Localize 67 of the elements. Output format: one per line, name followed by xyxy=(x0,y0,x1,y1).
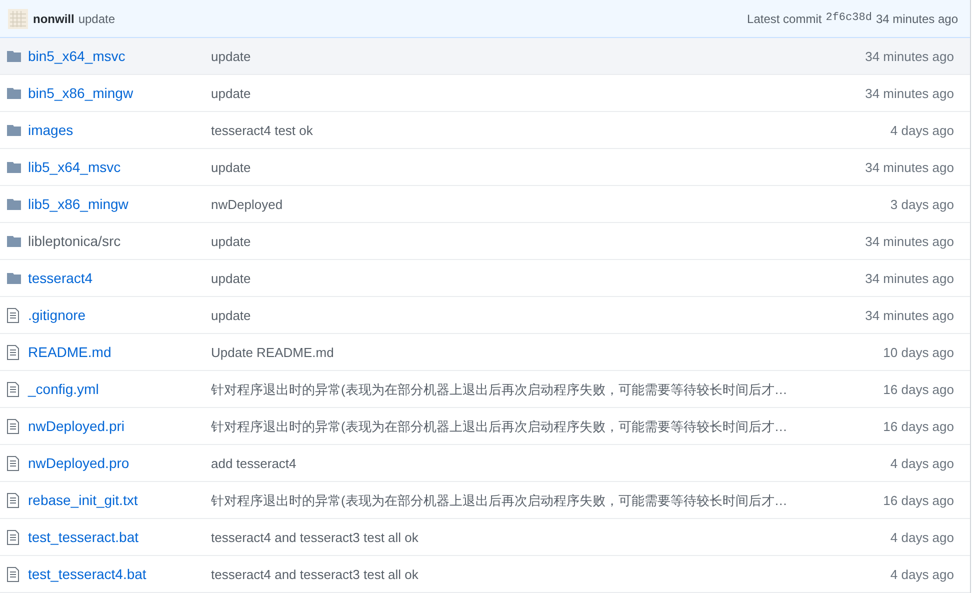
commit-sha[interactable]: 2f6c38d xyxy=(826,10,872,27)
commit-age: 10 days ago xyxy=(883,344,954,360)
commit-message-link[interactable]: update xyxy=(211,308,251,322)
commit-age: 34 minutes ago xyxy=(876,10,958,28)
latest-commit-label: Latest commit xyxy=(747,10,822,28)
folder-link[interactable]: lib5_x64_msvc xyxy=(28,158,121,174)
commit-age: 34 minutes ago xyxy=(865,48,954,64)
commit-message-link[interactable]: 针对程序退出时的异常(表现为在部分机器上退出后再次启动程序失败，可能需要等待较长时间后才… xyxy=(211,418,788,434)
commit-message-link[interactable]: nwDeployed xyxy=(211,196,283,212)
commit-message-link[interactable]: add tesseract4 xyxy=(211,456,296,470)
author-name[interactable]: nonwill xyxy=(33,10,74,28)
file-link[interactable]: test_tesseract4.bat xyxy=(28,566,146,582)
folder-link[interactable]: bin5_x86_mingw xyxy=(28,84,134,100)
commit-age: 4 days ago xyxy=(890,566,954,582)
folder-link[interactable]: images xyxy=(28,122,74,138)
commit-age: 34 minutes ago xyxy=(865,308,954,322)
folder-icon xyxy=(7,272,21,284)
folder-link[interactable]: libleptonica/src xyxy=(28,232,121,248)
file-row[interactable]: bin5_x64_msvc update 34 minutes ago xyxy=(0,38,970,75)
commit-age: 16 days ago xyxy=(883,492,954,508)
file-icon xyxy=(7,456,19,470)
file-icon xyxy=(7,344,19,360)
commit-message-link[interactable]: update xyxy=(211,48,251,64)
commit-message-link[interactable]: tesseract4 and tesseract3 test all ok xyxy=(211,566,418,582)
folder-icon xyxy=(7,161,21,173)
file-icon xyxy=(7,308,19,322)
folder-link[interactable]: tesseract4 xyxy=(28,270,93,286)
commit-age: 34 minutes ago xyxy=(865,234,954,248)
commit-age: 3 days ago xyxy=(890,196,954,212)
commit-age: 4 days ago xyxy=(890,456,954,470)
file-icon xyxy=(7,566,19,582)
commit-age: 4 days ago xyxy=(890,530,954,544)
commit-message-link[interactable]: 针对程序退出时的异常(表现为在部分机器上退出后再次启动程序失败，可能需要等待较长时间后才… xyxy=(211,382,788,396)
commit-message-link[interactable]: update xyxy=(211,270,251,286)
folder-icon xyxy=(7,235,21,247)
file-icon xyxy=(7,530,19,544)
commit-age: 4 days ago xyxy=(890,122,954,138)
file-link[interactable]: README.md xyxy=(28,344,112,360)
commit-message-link[interactable]: 针对程序退出时的异常(表现为在部分机器上退出后再次启动程序失败，可能需要等待较长时间后才… xyxy=(211,492,788,508)
avatar-icon[interactable] xyxy=(8,8,28,28)
commit-age: 34 minutes ago xyxy=(865,270,954,286)
commit-age: 16 days ago xyxy=(883,418,954,434)
file-link[interactable]: nwDeployed.pro xyxy=(28,454,130,470)
commit-message-link[interactable]: Update README.md xyxy=(211,344,334,360)
commit-age: 34 minutes ago xyxy=(865,86,954,100)
folder-icon xyxy=(7,198,21,210)
file-icon xyxy=(7,382,19,396)
folder-link[interactable]: lib5_x86_mingw xyxy=(28,196,128,212)
folder-link[interactable]: bin5_x64_msvc xyxy=(28,48,126,64)
folder-icon xyxy=(7,87,21,99)
commit-message-link[interactable]: update xyxy=(211,160,251,174)
commit-message[interactable]: update xyxy=(78,10,116,28)
file-link[interactable]: rebase_init_git.txt xyxy=(28,492,138,508)
commit-age: 16 days ago xyxy=(883,382,954,396)
file-link[interactable]: test_tesseract.bat xyxy=(28,528,139,544)
commit-message-link[interactable]: update xyxy=(211,86,251,100)
commit-message-link[interactable]: tesseract4 and tesseract3 test all ok xyxy=(211,530,418,544)
file-link[interactable]: .gitignore xyxy=(28,306,86,322)
commit-message-link[interactable]: tesseract4 test ok xyxy=(211,122,313,138)
commit-age: 34 minutes ago xyxy=(865,160,954,174)
folder-icon xyxy=(7,50,21,62)
folder-icon xyxy=(7,124,21,136)
file-icon xyxy=(7,492,19,508)
file-link[interactable]: _config.yml xyxy=(28,380,99,396)
file-icon xyxy=(7,418,19,434)
file-link[interactable]: nwDeployed.pri xyxy=(28,418,124,434)
commit-message-link[interactable]: update xyxy=(211,234,251,248)
